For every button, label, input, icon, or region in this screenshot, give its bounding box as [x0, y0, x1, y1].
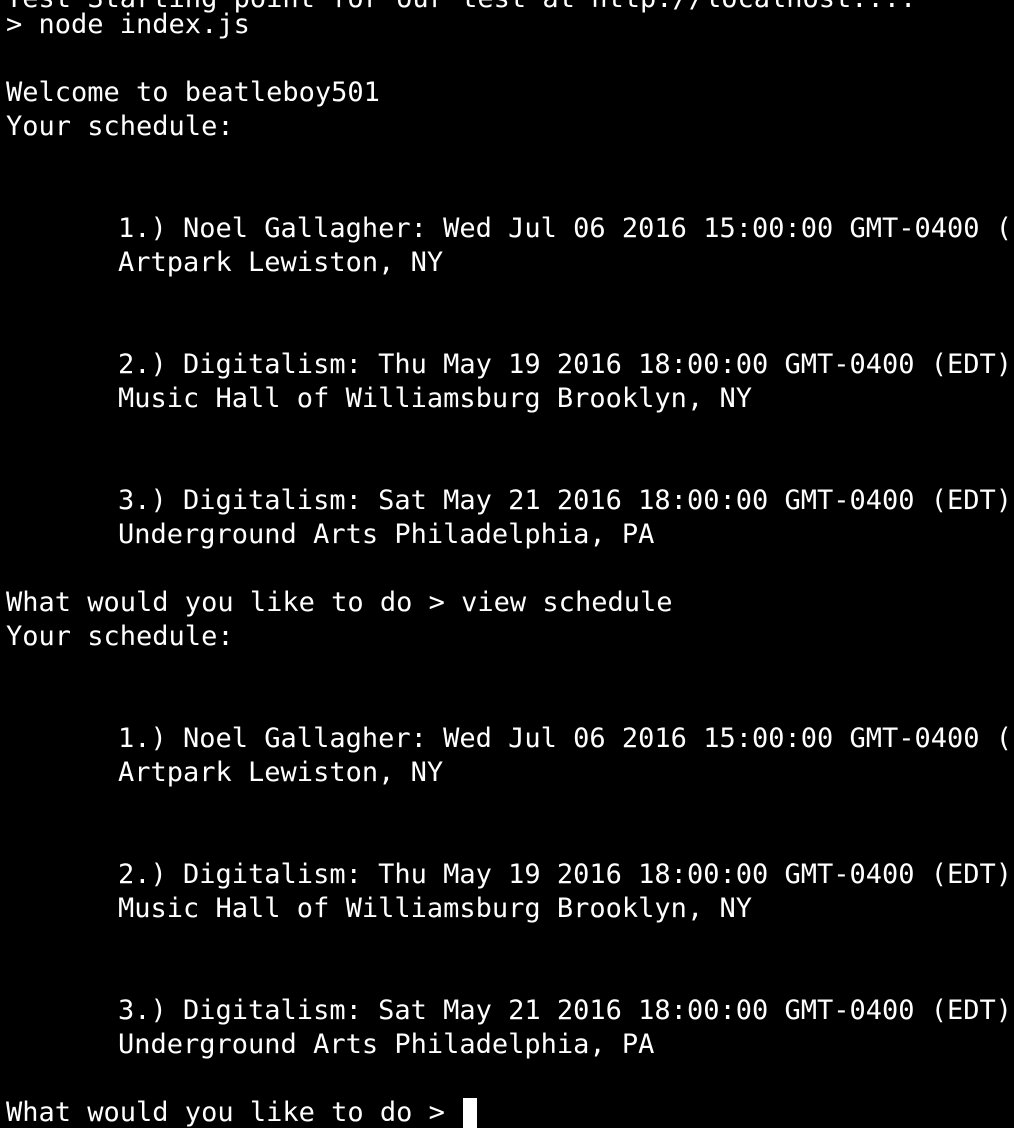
welcome-message: Welcome to beatleboy501	[6, 77, 380, 108]
schedule-entry-venue: Music Hall of Williamsburg Brooklyn, NY	[118, 893, 752, 924]
schedule-entry-venue: Underground Arts Philadelphia, PA	[118, 1029, 655, 1060]
schedule-entry-title: 3.) Digitalism: Sat May 21 2016 18:00:00…	[118, 485, 1013, 516]
schedule-entry-title: 1.) Noel Gallagher: Wed Jul 06 2016 15:0…	[118, 213, 1014, 244]
schedule-entry-venue: Underground Arts Philadelphia, PA	[118, 519, 655, 550]
text-cursor[interactable]	[463, 1098, 478, 1128]
schedule-entry-venue: Music Hall of Williamsburg Brooklyn, NY	[118, 383, 752, 414]
current-prompt-line[interactable]: What would you like to do >	[6, 1096, 478, 1128]
schedule-entry-venue: Artpark Lewiston, NY	[118, 757, 444, 788]
schedule-header: Your schedule:	[6, 621, 234, 652]
schedule-entry-title: 2.) Digitalism: Thu May 19 2016 18:00:00…	[118, 349, 1013, 380]
schedule-header: Your schedule:	[6, 111, 234, 142]
schedule-entry-title: 3.) Digitalism: Sat May 21 2016 18:00:00…	[118, 995, 1013, 1026]
schedule-entry-title: 2.) Digitalism: Thu May 19 2016 18:00:00…	[118, 859, 1013, 890]
terminal-window[interactable]: Test Starting point for our test at http…	[0, 0, 1014, 1128]
command-line: > node index.js	[6, 9, 250, 40]
schedule-entry-title: 1.) Noel Gallagher: Wed Jul 06 2016 15:0…	[118, 723, 1014, 754]
current-prompt: What would you like to do >	[6, 1097, 462, 1128]
schedule-entry-venue: Artpark Lewiston, NY	[118, 247, 444, 278]
prompt-with-input: What would you like to do > view schedul…	[6, 587, 673, 618]
